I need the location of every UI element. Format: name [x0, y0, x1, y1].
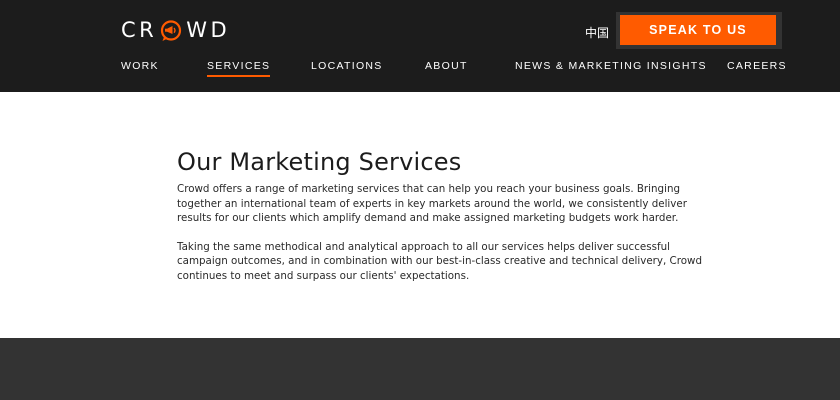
site-header: CR WD 中国 SPEAK TO US WORK SERVICES LOCAT… [0, 0, 840, 92]
page-title: Our Marketing Services [177, 148, 462, 176]
nav-item-services[interactable]: SERVICES [207, 60, 271, 77]
logo-text-left: CR [121, 18, 158, 42]
nav-item-locations[interactable]: LOCATIONS [311, 60, 383, 72]
speak-to-us-button[interactable]: SPEAK TO US [620, 15, 776, 45]
footer-band [0, 338, 840, 400]
intro-paragraph: Crowd offers a range of marketing servic… [177, 183, 687, 224]
nav-item-news-marketing-insights[interactable]: NEWS & MARKETING INSIGHTS [515, 60, 707, 72]
main-nav: WORK SERVICES LOCATIONS ABOUT NEWS & MAR… [0, 60, 840, 80]
megaphone-speech-bubble-icon [160, 20, 182, 42]
nav-item-about[interactable]: ABOUT [425, 60, 468, 72]
language-switch-link[interactable]: 中国 [585, 24, 609, 41]
nav-item-careers[interactable]: CAREERS [727, 60, 787, 72]
main-content: Our Marketing Services Crowd offers a ra… [177, 148, 717, 283]
nav-item-work[interactable]: WORK [121, 60, 159, 72]
crowd-logo[interactable]: CR WD [121, 17, 230, 43]
approach-paragraph: Taking the same methodical and analytica… [177, 240, 703, 282]
logo-text-right: WD [186, 18, 231, 42]
